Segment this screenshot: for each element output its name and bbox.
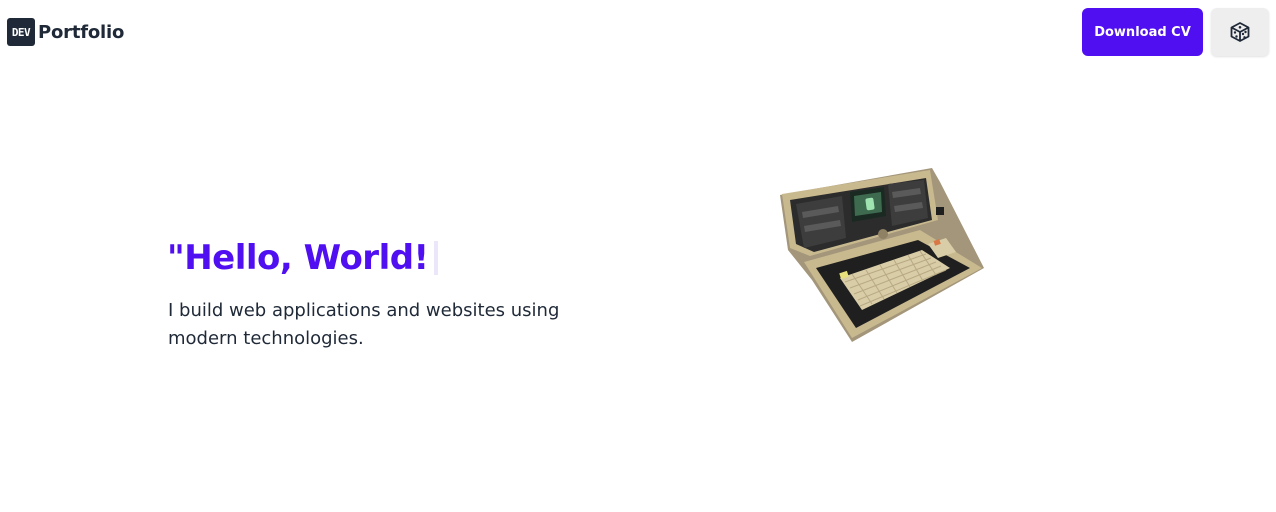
hero-title-text: "Hello, World! bbox=[167, 238, 429, 278]
randomize-button[interactable] bbox=[1211, 8, 1269, 56]
retro-computer-3d-model[interactable] bbox=[770, 160, 995, 350]
hero-subtitle: I build web applications and websites us… bbox=[168, 300, 560, 349]
brand-logo-link[interactable]: DEV Portfolio bbox=[7, 18, 124, 46]
brand-name: Portfolio bbox=[38, 21, 125, 43]
download-cv-button[interactable]: Download CV bbox=[1082, 8, 1203, 56]
dice-icon bbox=[1230, 22, 1250, 42]
top-navbar: DEV Portfolio Download CV bbox=[0, 0, 1276, 64]
dev-badge: DEV bbox=[7, 18, 35, 46]
hero-title: "Hello, World! bbox=[167, 238, 438, 278]
typing-caret bbox=[433, 241, 438, 275]
